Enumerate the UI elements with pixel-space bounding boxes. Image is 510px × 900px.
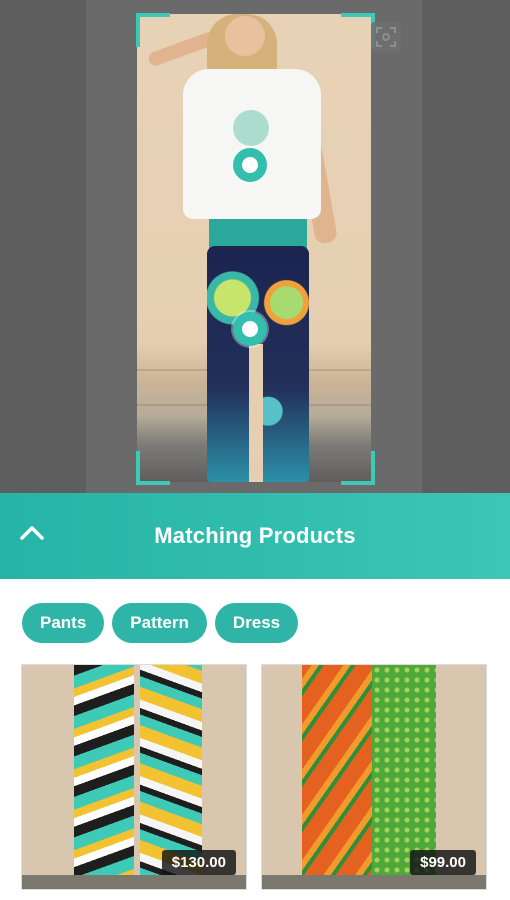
matching-products-header: Matching Products: [0, 493, 510, 579]
uploaded-photo: [137, 14, 371, 482]
top-hotspot[interactable]: [233, 148, 267, 182]
person-necklace: [233, 110, 269, 146]
price-badge: $99.00: [410, 850, 476, 875]
price-badge: $130.00: [161, 850, 236, 875]
pants-gap: [249, 344, 263, 482]
scan-icon[interactable]: [371, 22, 401, 52]
person-face: [225, 16, 265, 56]
crop-corner-bottom-right[interactable]: [341, 451, 375, 485]
tag-chips: Pants Pattern Dress: [22, 603, 299, 643]
crop-corner-top-right[interactable]: [341, 13, 375, 47]
bottom-hotspot[interactable]: [233, 312, 267, 346]
tag-chip-dress[interactable]: Dress: [214, 603, 299, 643]
product-card[interactable]: $130.00: [21, 664, 247, 890]
product-image: [74, 665, 134, 889]
crop-corner-top-left[interactable]: [136, 13, 170, 47]
scan-icon-glyph: [376, 27, 396, 47]
person-waistband: [209, 219, 307, 249]
tag-chip-pattern[interactable]: Pattern: [112, 603, 207, 643]
product-card[interactable]: $99.00: [261, 664, 487, 890]
panel-title: Matching Products: [154, 523, 356, 548]
image-viewer: [0, 0, 510, 493]
crop-corner-bottom-left[interactable]: [136, 451, 170, 485]
product-image: [302, 665, 376, 889]
tag-chip-pants[interactable]: Pants: [22, 603, 105, 643]
floor: [262, 875, 486, 889]
floor: [22, 875, 246, 889]
